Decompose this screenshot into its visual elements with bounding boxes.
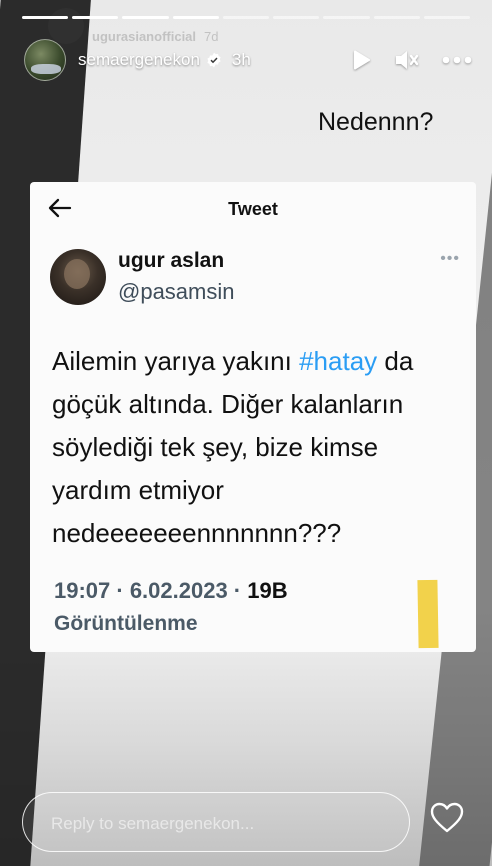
progress-segment <box>423 16 470 19</box>
progress-segment <box>22 16 69 19</box>
tweet-more-icon: ••• <box>440 250 460 267</box>
verified-badge-icon <box>207 52 221 68</box>
progress-fill <box>22 16 69 19</box>
tweet-top-bar: Tweet <box>48 196 458 224</box>
post-time: 3h <box>231 50 251 69</box>
tweet-display-name: ugur aslan <box>118 249 225 272</box>
tweet-hashtag: #hatay <box>299 346 378 376</box>
tweet-screenshot: Tweet ugur aslan @pasamsin ••• Ailemin y… <box>30 182 476 652</box>
avatar[interactable] <box>24 39 66 81</box>
tweet-timestamp: 19:07 · 6.02.2023 · <box>54 578 248 603</box>
tweet-author: ugur aslan @pasamsin <box>50 249 235 305</box>
progress-segment <box>72 16 119 19</box>
progress-fill <box>172 16 219 19</box>
story-progress-bar <box>22 16 470 19</box>
more-icon[interactable] <box>442 56 472 64</box>
play-icon[interactable] <box>350 49 372 71</box>
tweet-views-label: Görüntülenme <box>54 612 198 635</box>
reply-input[interactable]: Reply to semaergenekon... <box>51 814 254 834</box>
progress-fill <box>122 16 169 19</box>
tweet-text-part: Ailemin yarıya yakını <box>52 346 300 376</box>
tweet-handle: @pasamsin <box>118 279 235 304</box>
reply-field[interactable]: Reply to semaergenekon... <box>22 792 410 852</box>
story-caption: Nedennn? <box>318 108 434 136</box>
highlighter-mark <box>417 579 439 649</box>
tweet-meta: 19:07 · 6.02.2023 · 19B <box>54 578 288 604</box>
tweet-header-title: Tweet <box>228 199 278 219</box>
tweet-text-part: da göçük altında. Diğer kalanların söyle… <box>52 346 414 548</box>
mute-icon[interactable] <box>394 48 420 72</box>
progress-fill <box>72 16 119 19</box>
progress-segment <box>273 16 320 19</box>
tweet-text: Ailemin yarıya yakını #hatay da göçük al… <box>52 340 450 555</box>
heart-icon[interactable] <box>430 802 464 834</box>
story-header: semaergenekon 3h <box>24 38 472 82</box>
progress-segment <box>122 16 169 19</box>
progress-segment <box>373 16 420 19</box>
progress-segment <box>222 16 270 19</box>
progress-segment <box>172 16 219 19</box>
progress-segment <box>323 16 370 19</box>
tweet-views-count: 19B <box>247 578 288 603</box>
story-frame: ugurasianofficial 7d semaergenekon 3h Ne <box>0 0 492 866</box>
username[interactable]: semaergenekon <box>78 50 200 70</box>
tweet-author-avatar <box>50 249 106 305</box>
